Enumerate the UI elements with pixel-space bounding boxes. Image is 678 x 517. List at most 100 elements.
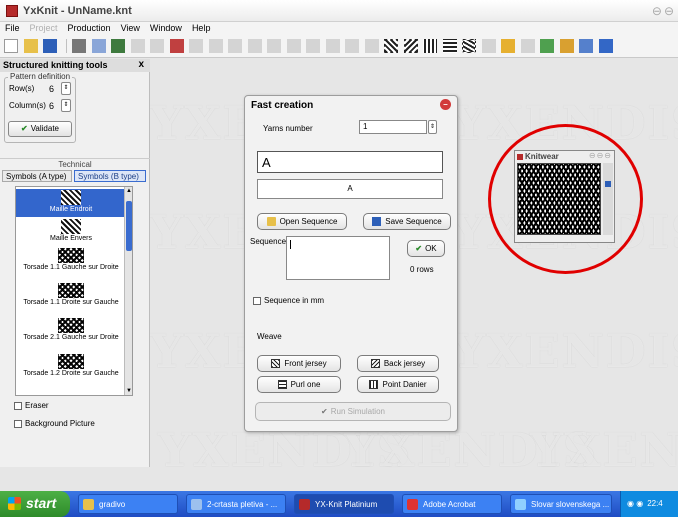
- tab-symbols-a[interactable]: Symbols (A type): [2, 170, 72, 182]
- taskbar-item-label: gradivo: [99, 500, 126, 509]
- scroll-down-icon[interactable]: ▼: [125, 387, 132, 395]
- back-jersey-icon: [370, 359, 380, 369]
- pattern-a-icon[interactable]: [384, 39, 399, 53]
- pattern-b-icon[interactable]: [403, 39, 418, 53]
- taskbar-item-label: Adobe Acrobat: [423, 500, 476, 509]
- photo-icon[interactable]: [501, 39, 516, 53]
- sequence-textarea[interactable]: [286, 236, 390, 280]
- yarn-sequence-input[interactable]: A: [257, 151, 443, 173]
- scroll-up-icon[interactable]: ▲: [125, 187, 132, 195]
- menu-view[interactable]: View: [116, 22, 145, 33]
- rows-stepper[interactable]: ⇕: [61, 82, 71, 95]
- list-item-torsade-12-dg[interactable]: Torsade 1.2 Droite sur Gauche: [16, 353, 126, 381]
- menu-window[interactable]: Window: [145, 22, 187, 33]
- rows-value[interactable]: 6: [49, 84, 54, 94]
- eraser-checkbox-row[interactable]: Eraser: [14, 401, 49, 410]
- layers-icon[interactable]: [520, 39, 535, 53]
- columns-label: Column(s): [9, 101, 46, 110]
- print-icon[interactable]: [72, 39, 87, 53]
- pin-icon[interactable]: [364, 39, 379, 53]
- new-file-icon[interactable]: [4, 39, 18, 53]
- validate-button[interactable]: ✔ Validate: [8, 121, 72, 137]
- window-controls[interactable]: ⊖⊖: [652, 4, 676, 18]
- paste-icon[interactable]: [325, 39, 340, 53]
- open-folder-icon[interactable]: [23, 39, 38, 53]
- menu-help[interactable]: Help: [187, 22, 216, 33]
- scrollbar-thumb[interactable]: [126, 201, 132, 251]
- tray-icons[interactable]: ◉ ◉: [627, 499, 643, 508]
- text-caret: [290, 240, 291, 249]
- rows-count: 0 rows: [410, 265, 434, 274]
- color-icon[interactable]: [169, 39, 184, 53]
- window-icon[interactable]: [598, 39, 613, 53]
- texture-icon[interactable]: [540, 39, 555, 53]
- list-scrollbar[interactable]: ▲ ▼: [124, 187, 132, 395]
- close-icon[interactable]: –: [440, 99, 451, 110]
- yarns-stepper[interactable]: ⇕: [428, 120, 437, 134]
- move-icon[interactable]: [267, 39, 282, 53]
- select-icon[interactable]: [247, 39, 262, 53]
- background-picture-checkbox[interactable]: [14, 419, 22, 428]
- yarn-preview: A: [257, 179, 443, 199]
- list-item-maille-endroit[interactable]: Maille Endroit: [16, 189, 126, 217]
- menu-project[interactable]: Project: [25, 22, 63, 33]
- tab-symbols-b[interactable]: Symbols (B type): [74, 170, 146, 182]
- cable-symbol-icon: [58, 354, 84, 369]
- background-picture-checkbox-row[interactable]: Background Picture: [14, 419, 95, 428]
- pencil-icon[interactable]: [345, 39, 360, 53]
- taskbar-item-gradivo[interactable]: gradivo: [78, 494, 178, 514]
- open-folder-icon: [266, 217, 276, 227]
- sequence-in-mm-checkbox[interactable]: [253, 296, 261, 305]
- zoom-icon[interactable]: [286, 39, 301, 53]
- view-icon[interactable]: [579, 39, 594, 53]
- save-icon[interactable]: [43, 39, 58, 53]
- front-jersey-button[interactable]: Front jersey: [257, 355, 341, 372]
- line-tool-icon[interactable]: [189, 39, 204, 53]
- browser-icon: [515, 499, 526, 510]
- menu-file[interactable]: File: [0, 22, 25, 33]
- start-button[interactable]: start: [0, 491, 70, 517]
- purl-one-icon: [277, 380, 287, 390]
- ok-button[interactable]: ✔ OK: [407, 240, 445, 257]
- back-jersey-button[interactable]: Back jersey: [357, 355, 439, 372]
- eraser-checkbox[interactable]: [14, 401, 22, 410]
- open-sequence-button[interactable]: Open Sequence: [257, 213, 347, 230]
- taskbar-item-slovar[interactable]: Slovar slovenskega ...: [510, 494, 612, 514]
- list-item-torsade-21-gd[interactable]: Torsade 2.1 Gauche sur Droite: [16, 317, 126, 345]
- run-simulation-button[interactable]: ✔ Run Simulation: [255, 402, 451, 421]
- list-item-torsade-11-dg[interactable]: Torsade 1.1 Droite sur Gauche: [16, 282, 126, 310]
- taskbar-item-yx-knit[interactable]: YX-Knit Platinium: [294, 494, 394, 514]
- taskbar-item-adobe-acrobat[interactable]: Adobe Acrobat: [402, 494, 502, 514]
- ok-label: OK: [425, 244, 437, 253]
- point-danier-icon: [369, 380, 379, 390]
- menu-production[interactable]: Production: [63, 22, 116, 33]
- front-jersey-label: Front jersey: [284, 359, 327, 368]
- columns-value[interactable]: 6: [49, 101, 54, 111]
- taskbar-item-2-crtasta[interactable]: 2-crtasta pletiva - ...: [186, 494, 286, 514]
- copy-icon[interactable]: [306, 39, 321, 53]
- point-danier-button[interactable]: Point Danier: [357, 376, 439, 393]
- cable-symbol-icon: [58, 318, 84, 333]
- pattern-c-icon[interactable]: [423, 39, 438, 53]
- sequence-in-mm-checkbox-row[interactable]: Sequence in mm: [253, 296, 324, 305]
- bucket-icon[interactable]: [228, 39, 243, 53]
- watermark: YXENDIS: [452, 324, 678, 378]
- undo-icon[interactable]: [130, 39, 145, 53]
- brush-icon[interactable]: [481, 39, 496, 53]
- pattern-e-icon[interactable]: [462, 39, 477, 53]
- yarns-number-field[interactable]: 1: [359, 120, 427, 134]
- list-item-torsade-11-gd[interactable]: Torsade 1.1 Gauche sur Droite: [16, 247, 126, 275]
- redo-icon[interactable]: [150, 39, 165, 53]
- pattern-d-icon[interactable]: [442, 39, 457, 53]
- stitch-symbol-icon: [61, 190, 81, 205]
- curve-tool-icon[interactable]: [208, 39, 223, 53]
- save-sequence-button[interactable]: Save Sequence: [363, 213, 451, 230]
- columns-stepper[interactable]: ⇕: [61, 99, 71, 112]
- export-icon[interactable]: [559, 39, 574, 53]
- purl-one-button[interactable]: Purl one: [257, 376, 341, 393]
- sequence-label: Sequence: [250, 237, 287, 246]
- grid-icon[interactable]: [111, 39, 126, 53]
- close-icon[interactable]: x: [138, 59, 144, 70]
- list-item-maille-envers[interactable]: Maille Envers: [16, 218, 126, 246]
- preview-icon[interactable]: [91, 39, 106, 53]
